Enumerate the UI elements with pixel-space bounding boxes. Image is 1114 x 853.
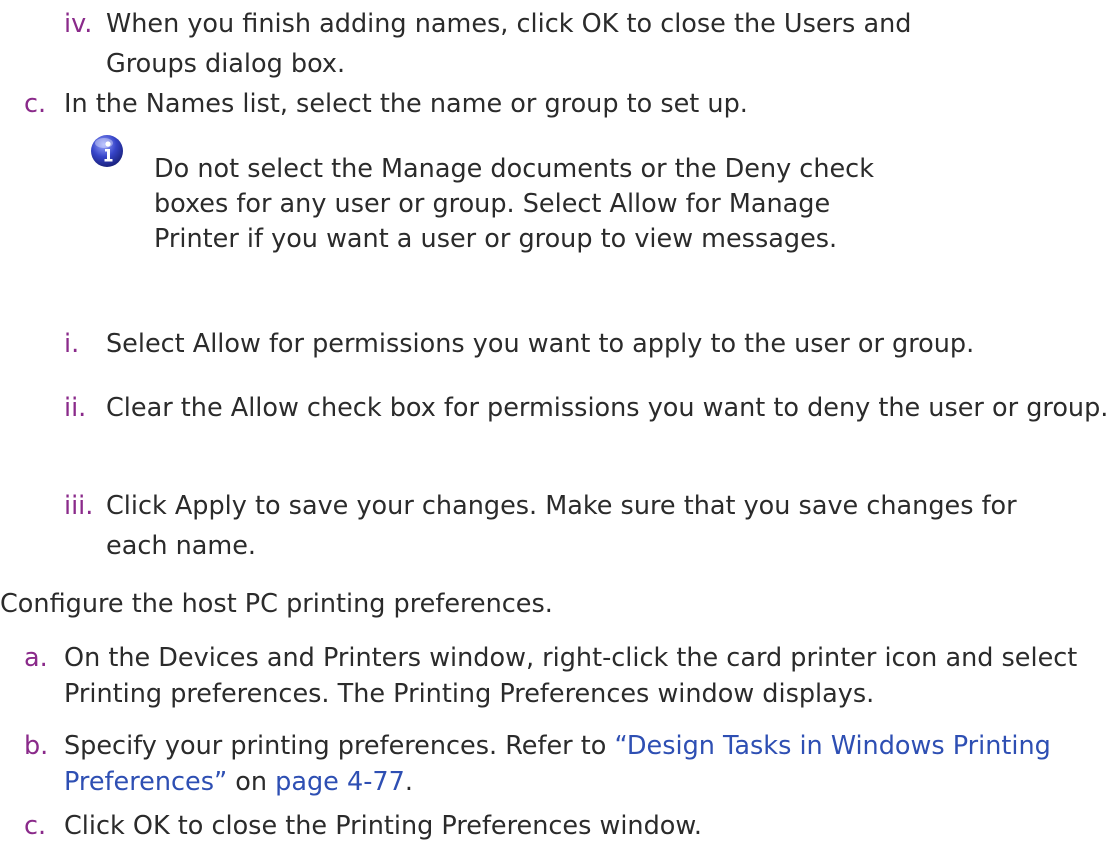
step-text: Configure the host PC printing preferenc… — [0, 589, 553, 619]
step-text: When you finish adding names, click OK t… — [106, 9, 912, 79]
list-marker: ii. — [64, 393, 87, 423]
note-text-block: Do not select the Manage documents or th… — [154, 152, 914, 257]
step-text: Specify your printing preferences. Refer… — [24, 728, 1114, 800]
info-icon — [91, 135, 123, 167]
step-2-c: c. Click OK to close the Printing Prefer… — [24, 806, 1114, 846]
step-c: c. In the Names list, select the name or… — [24, 84, 1094, 124]
step-c-iii: iii. Click Apply to save your changes. M… — [64, 486, 1074, 566]
step-text-middle: on — [227, 767, 276, 797]
step-b-iv: iv. When you finish adding names, click … — [64, 4, 994, 84]
configure-step: Configure the host PC printing preferenc… — [0, 584, 1100, 624]
step-text: Select Allow for permissions you want to… — [106, 329, 975, 359]
step-text-after: . — [404, 767, 413, 797]
note-text: Do not select the Manage documents or th… — [154, 154, 874, 254]
list-marker: a. — [24, 643, 48, 673]
step-text-before: Specify your printing preferences. Refer… — [64, 731, 615, 761]
step-c-ii: ii. Clear the Allow check box for permis… — [64, 388, 1114, 428]
list-marker: iii. — [64, 491, 94, 521]
page-reference-link[interactable]: page 4-77 — [275, 767, 405, 797]
list-marker: iv. — [64, 9, 93, 39]
step-text: In the Names list, select the name or gr… — [64, 89, 748, 119]
step-text: Clear the Allow check box for permission… — [106, 393, 1109, 423]
list-marker: c. — [24, 811, 47, 841]
step-2-a: a. On the Devices and Printers window, r… — [24, 640, 1114, 712]
step-2-b: b. Specify your printing preferences. Re… — [24, 728, 1114, 800]
step-c-i: i. Select Allow for permissions you want… — [64, 324, 1114, 364]
step-text: Click Apply to save your changes. Make s… — [106, 491, 1017, 561]
list-marker: c. — [24, 89, 47, 119]
step-text: On the Devices and Printers window, righ… — [64, 643, 1078, 709]
list-marker: b. — [24, 731, 49, 761]
step-text: Click OK to close the Printing Preferenc… — [64, 811, 702, 841]
list-marker: i. — [64, 329, 80, 359]
